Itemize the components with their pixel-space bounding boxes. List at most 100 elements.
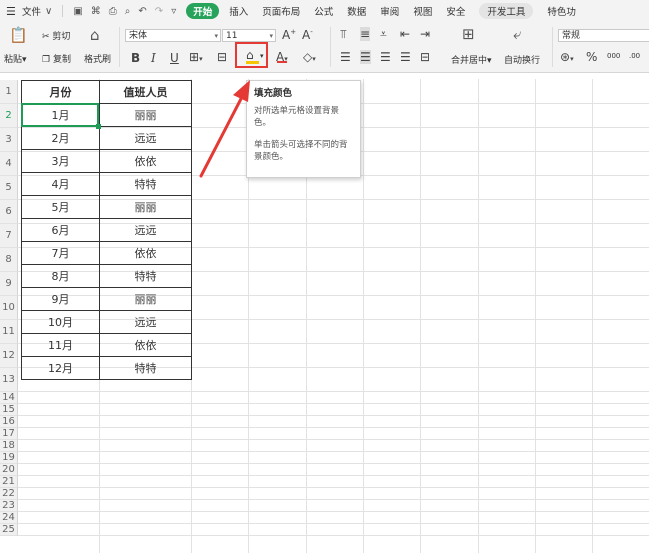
output-icon[interactable]: ⌘ [91, 6, 101, 17]
font-size-select[interactable]: 11 ▾ [222, 29, 276, 42]
tab-features[interactable]: 特色功 [547, 4, 576, 18]
align-left-icon[interactable]: ☰ [340, 50, 351, 64]
row-header[interactable]: 7 [0, 224, 18, 248]
header-month[interactable]: 月份 [21, 80, 100, 104]
justify-icon[interactable]: ☰ [400, 50, 411, 64]
increase-indent-icon[interactable]: ⇥ [420, 27, 430, 41]
staff-cell[interactable]: 特特 [99, 172, 192, 196]
row-header[interactable]: 15 [0, 404, 18, 416]
month-cell[interactable]: 8月 [21, 264, 100, 288]
redo-icon[interactable]: ↷ [155, 6, 163, 17]
row-header[interactable]: 10 [0, 296, 18, 320]
row-header[interactable]: 4 [0, 152, 18, 176]
row-header[interactable]: 5 [0, 176, 18, 200]
percent-button[interactable]: % [586, 50, 597, 64]
row-header[interactable]: 17 [0, 428, 18, 440]
tab-developer[interactable]: 开发工具 [479, 3, 534, 19]
decrease-font-icon[interactable]: A- [302, 28, 313, 42]
row-header[interactable]: 14 [0, 392, 18, 404]
month-cell[interactable]: 10月 [21, 310, 100, 334]
align-right-icon[interactable]: ☰ [380, 50, 391, 64]
format-painter-icon[interactable]: ⌂ [90, 26, 100, 44]
row-header[interactable]: 23 [0, 500, 18, 512]
tab-review[interactable]: 审阅 [380, 4, 399, 18]
distributed-icon[interactable]: ⊟ [420, 50, 430, 64]
format-painter-button[interactable]: 格式刷 [84, 52, 111, 65]
copy-button[interactable]: ❐ 复制 [42, 52, 71, 65]
cell-style-icon[interactable]: ⊟ [217, 50, 227, 64]
staff-cell[interactable]: 依依 [99, 333, 192, 357]
tab-page-layout[interactable]: 页面布局 [262, 4, 300, 18]
staff-cell[interactable]: 丽丽 [99, 195, 192, 219]
row-header[interactable]: 12 [0, 344, 18, 368]
row-header[interactable]: 6 [0, 200, 18, 224]
tab-security[interactable]: 安全 [446, 4, 465, 18]
font-name-select[interactable]: 宋体 ▾ [125, 29, 221, 42]
month-cell[interactable]: 6月 [21, 218, 100, 242]
merge-center-button[interactable]: 合并居中▾ [451, 53, 492, 66]
row-header[interactable]: 8 [0, 248, 18, 272]
staff-cell[interactable]: 特特 [99, 264, 192, 288]
align-center-icon[interactable]: ☰ [360, 50, 371, 64]
tab-data[interactable]: 数据 [347, 4, 366, 18]
paste-icon[interactable]: 📋 [9, 26, 28, 44]
cut-button[interactable]: ✂ 剪切 [42, 29, 70, 42]
row-header[interactable]: 9 [0, 272, 18, 296]
month-cell[interactable]: 3月 [21, 149, 100, 173]
tab-insert[interactable]: 插入 [229, 4, 248, 18]
tab-formulas[interactable]: 公式 [314, 4, 333, 18]
staff-cell[interactable]: 特特 [99, 356, 192, 380]
wrap-text-button[interactable]: 自动换行 [504, 53, 540, 66]
save-icon[interactable]: ▣ [73, 6, 82, 17]
align-top-icon[interactable]: ⫪ [340, 27, 347, 42]
header-staff[interactable]: 值班人员 [99, 80, 192, 104]
staff-cell[interactable]: 依依 [99, 149, 192, 173]
staff-cell[interactable]: 丽丽 [99, 103, 192, 127]
print-icon[interactable]: ⎙ [109, 6, 117, 17]
row-header[interactable]: 11 [0, 320, 18, 344]
increase-font-icon[interactable]: A+ [282, 28, 296, 42]
italic-button[interactable]: I [151, 51, 156, 65]
month-cell[interactable]: 5月 [21, 195, 100, 219]
row-header[interactable]: 16 [0, 416, 18, 428]
row-header[interactable]: 21 [0, 476, 18, 488]
border-icon[interactable]: ⊞▾ [189, 50, 203, 64]
tab-home[interactable]: 开始 [186, 3, 220, 19]
align-middle-icon[interactable]: ≡ [360, 27, 371, 41]
staff-cell[interactable]: 远远 [99, 218, 192, 242]
underline-button[interactable]: U [170, 51, 179, 65]
currency-icon[interactable]: ⊛▾ [560, 50, 574, 64]
align-bottom-icon[interactable]: ⩡ [380, 27, 387, 42]
month-cell[interactable]: 9月 [21, 287, 100, 311]
month-cell[interactable]: 11月 [21, 333, 100, 357]
row-header[interactable]: 20 [0, 464, 18, 476]
active-cell-selection[interactable] [21, 103, 101, 129]
month-cell[interactable]: 12月 [21, 356, 100, 380]
thousands-separator-button[interactable]: 000 [607, 52, 620, 60]
row-header[interactable]: 24 [0, 512, 18, 524]
row-header[interactable]: 2 [0, 104, 18, 128]
staff-cell[interactable]: 依依 [99, 241, 192, 265]
month-cell[interactable]: 7月 [21, 241, 100, 265]
staff-cell[interactable]: 丽丽 [99, 287, 192, 311]
month-cell[interactable]: 4月 [21, 172, 100, 196]
decrease-indent-icon[interactable]: ⇤ [400, 27, 410, 41]
month-cell[interactable]: 2月 [21, 126, 100, 150]
file-menu[interactable]: 文件 [22, 4, 41, 18]
row-header[interactable]: 19 [0, 452, 18, 464]
number-format-select[interactable]: 常规 [558, 29, 649, 42]
staff-cell[interactable]: 远远 [99, 310, 192, 334]
undo-icon[interactable]: ↶ [138, 6, 146, 17]
quick-access-dropdown-icon[interactable]: ▿ [171, 6, 176, 17]
print-preview-icon[interactable]: ⌕ [125, 6, 131, 17]
merge-center-icon[interactable]: ⊞ [462, 25, 475, 43]
wrap-text-icon[interactable]: ⤶ [513, 25, 521, 43]
row-header[interactable]: 22 [0, 488, 18, 500]
file-menu-arrow-icon[interactable]: ∨ [45, 6, 52, 17]
clear-format-icon[interactable]: ◇▾ [303, 50, 316, 64]
row-header[interactable]: 25 [0, 524, 18, 536]
row-header[interactable]: 1 [0, 80, 18, 104]
row-header[interactable]: 13 [0, 368, 18, 392]
row-header[interactable]: 18 [0, 440, 18, 452]
row-header[interactable]: 3 [0, 128, 18, 152]
